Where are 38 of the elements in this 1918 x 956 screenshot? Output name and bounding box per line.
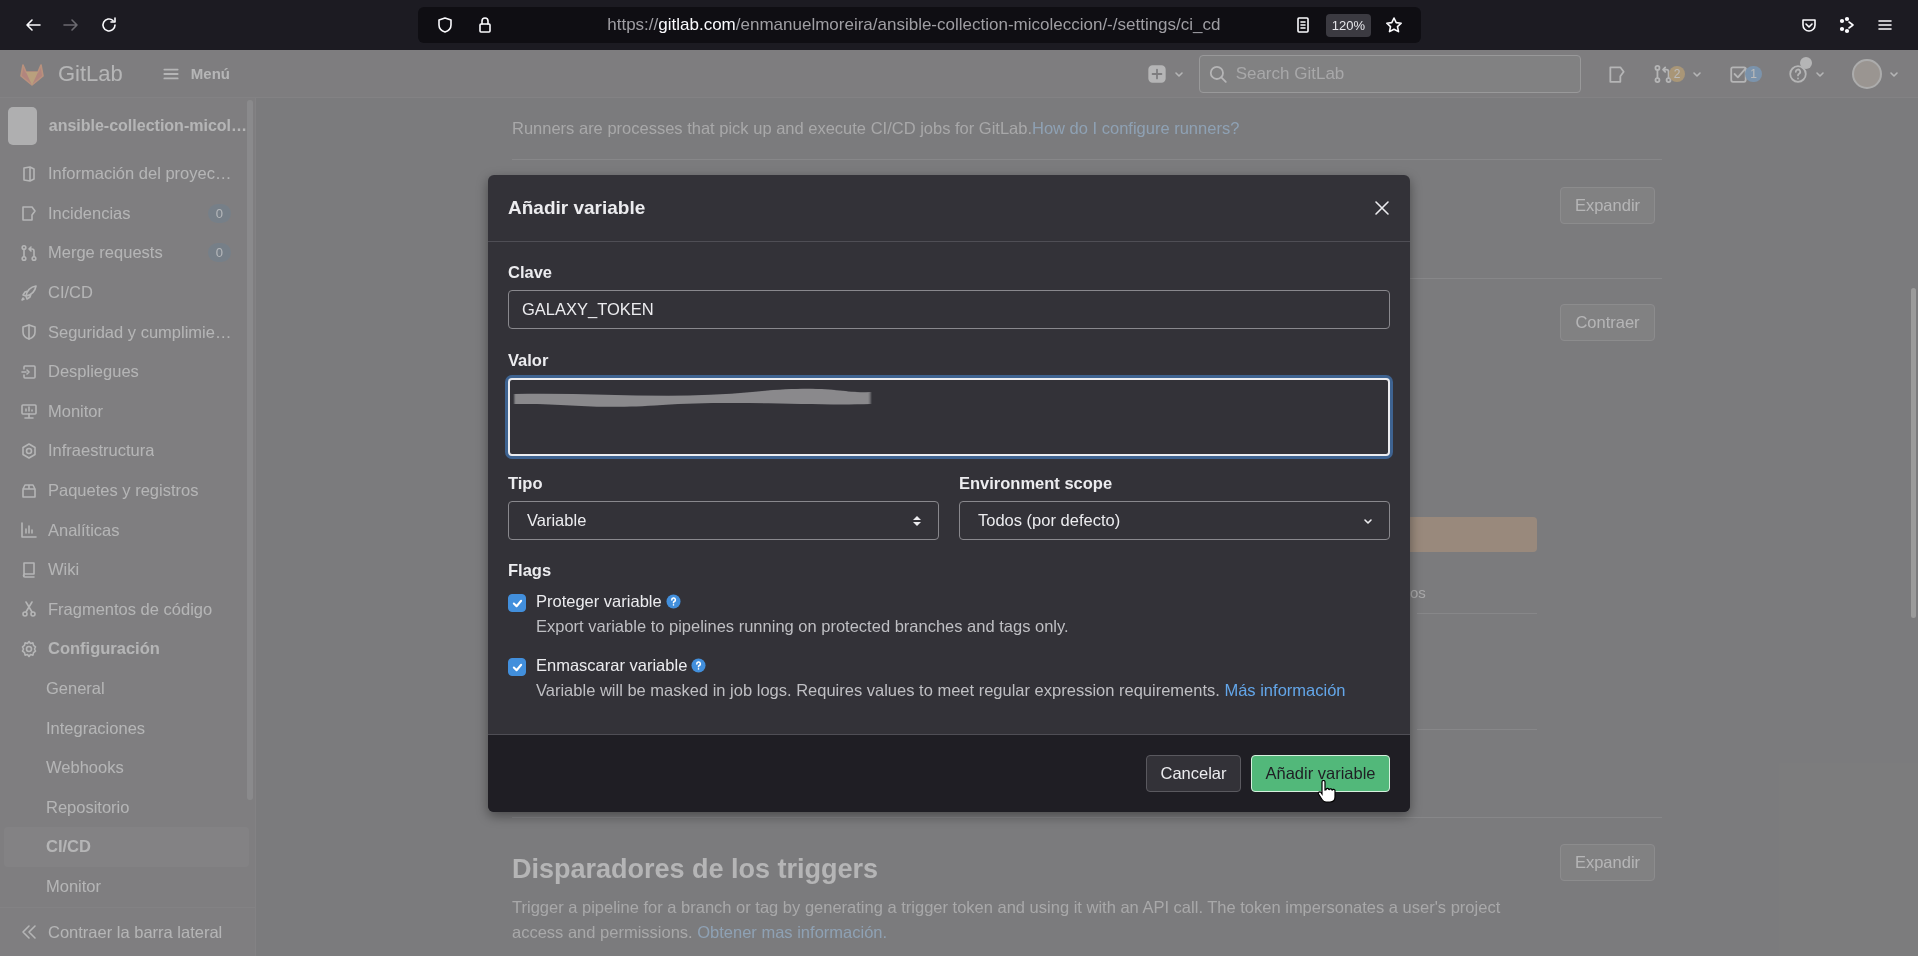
field-label: Environment scope (959, 474, 1114, 493)
url-text: https://gitlab.com/enmanuelmoreira/ansible-collection-micoleccion/-/settings/ci_cd (606, 15, 1222, 35)
field-label: Clave (508, 263, 554, 282)
hand-cursor-icon (1316, 780, 1336, 804)
field-label: Valor (508, 351, 550, 370)
section-heading: Disparadores de los triggers (512, 854, 880, 885)
back-arrow-icon (24, 16, 42, 34)
forward-arrow-icon (62, 16, 80, 34)
field-label: Tipo (508, 474, 544, 493)
checkbox[interactable] (508, 594, 526, 612)
dialog-title: Añadir variable (508, 197, 646, 219)
pocket-icon[interactable] (1800, 16, 1818, 34)
star-icon[interactable] (1385, 16, 1403, 34)
check-icon (511, 661, 523, 673)
help-text: Variable will be masked in job logs. Requires values to meet regular expression requirements. Más información (536, 681, 1346, 700)
zoom-level-badge[interactable]: 120% (1325, 13, 1371, 37)
reload-icon (100, 16, 118, 34)
checkbox-label: Enmascarar variable (536, 656, 688, 675)
checkbox-label: Proteger variable (536, 592, 662, 611)
shield-icon (436, 16, 454, 34)
extensions-icon[interactable] (1838, 16, 1856, 34)
check-icon (511, 597, 523, 609)
lock-icon (476, 16, 494, 34)
text-area[interactable] (508, 378, 1390, 456)
add-variable-button[interactable]: Añadir variable (1251, 755, 1390, 792)
cancel-button[interactable]: Cancelar (1146, 755, 1241, 792)
help-link[interactable]: Más información (1224, 681, 1346, 699)
help-icon[interactable] (691, 658, 707, 673)
dropdown[interactable]: Todos (por defecto) (959, 501, 1390, 540)
address-bar[interactable]: https://gitlab.com/enmanuelmoreira/ansible-collection-micoleccion/-/settings/ci_cd 120% (418, 7, 1421, 43)
help-icon[interactable] (665, 594, 681, 609)
checkbox[interactable] (508, 658, 526, 676)
dropdown[interactable]: Variable (508, 501, 939, 540)
help-text: Export variable to pipelines running on protected branches and tags only. (536, 617, 1069, 636)
field-label: Flags (508, 561, 553, 580)
close-icon[interactable] (1374, 200, 1390, 216)
up-down-arrows-icon (911, 513, 923, 528)
input-field[interactable]: GALAXY_TOKEN (508, 290, 1390, 329)
